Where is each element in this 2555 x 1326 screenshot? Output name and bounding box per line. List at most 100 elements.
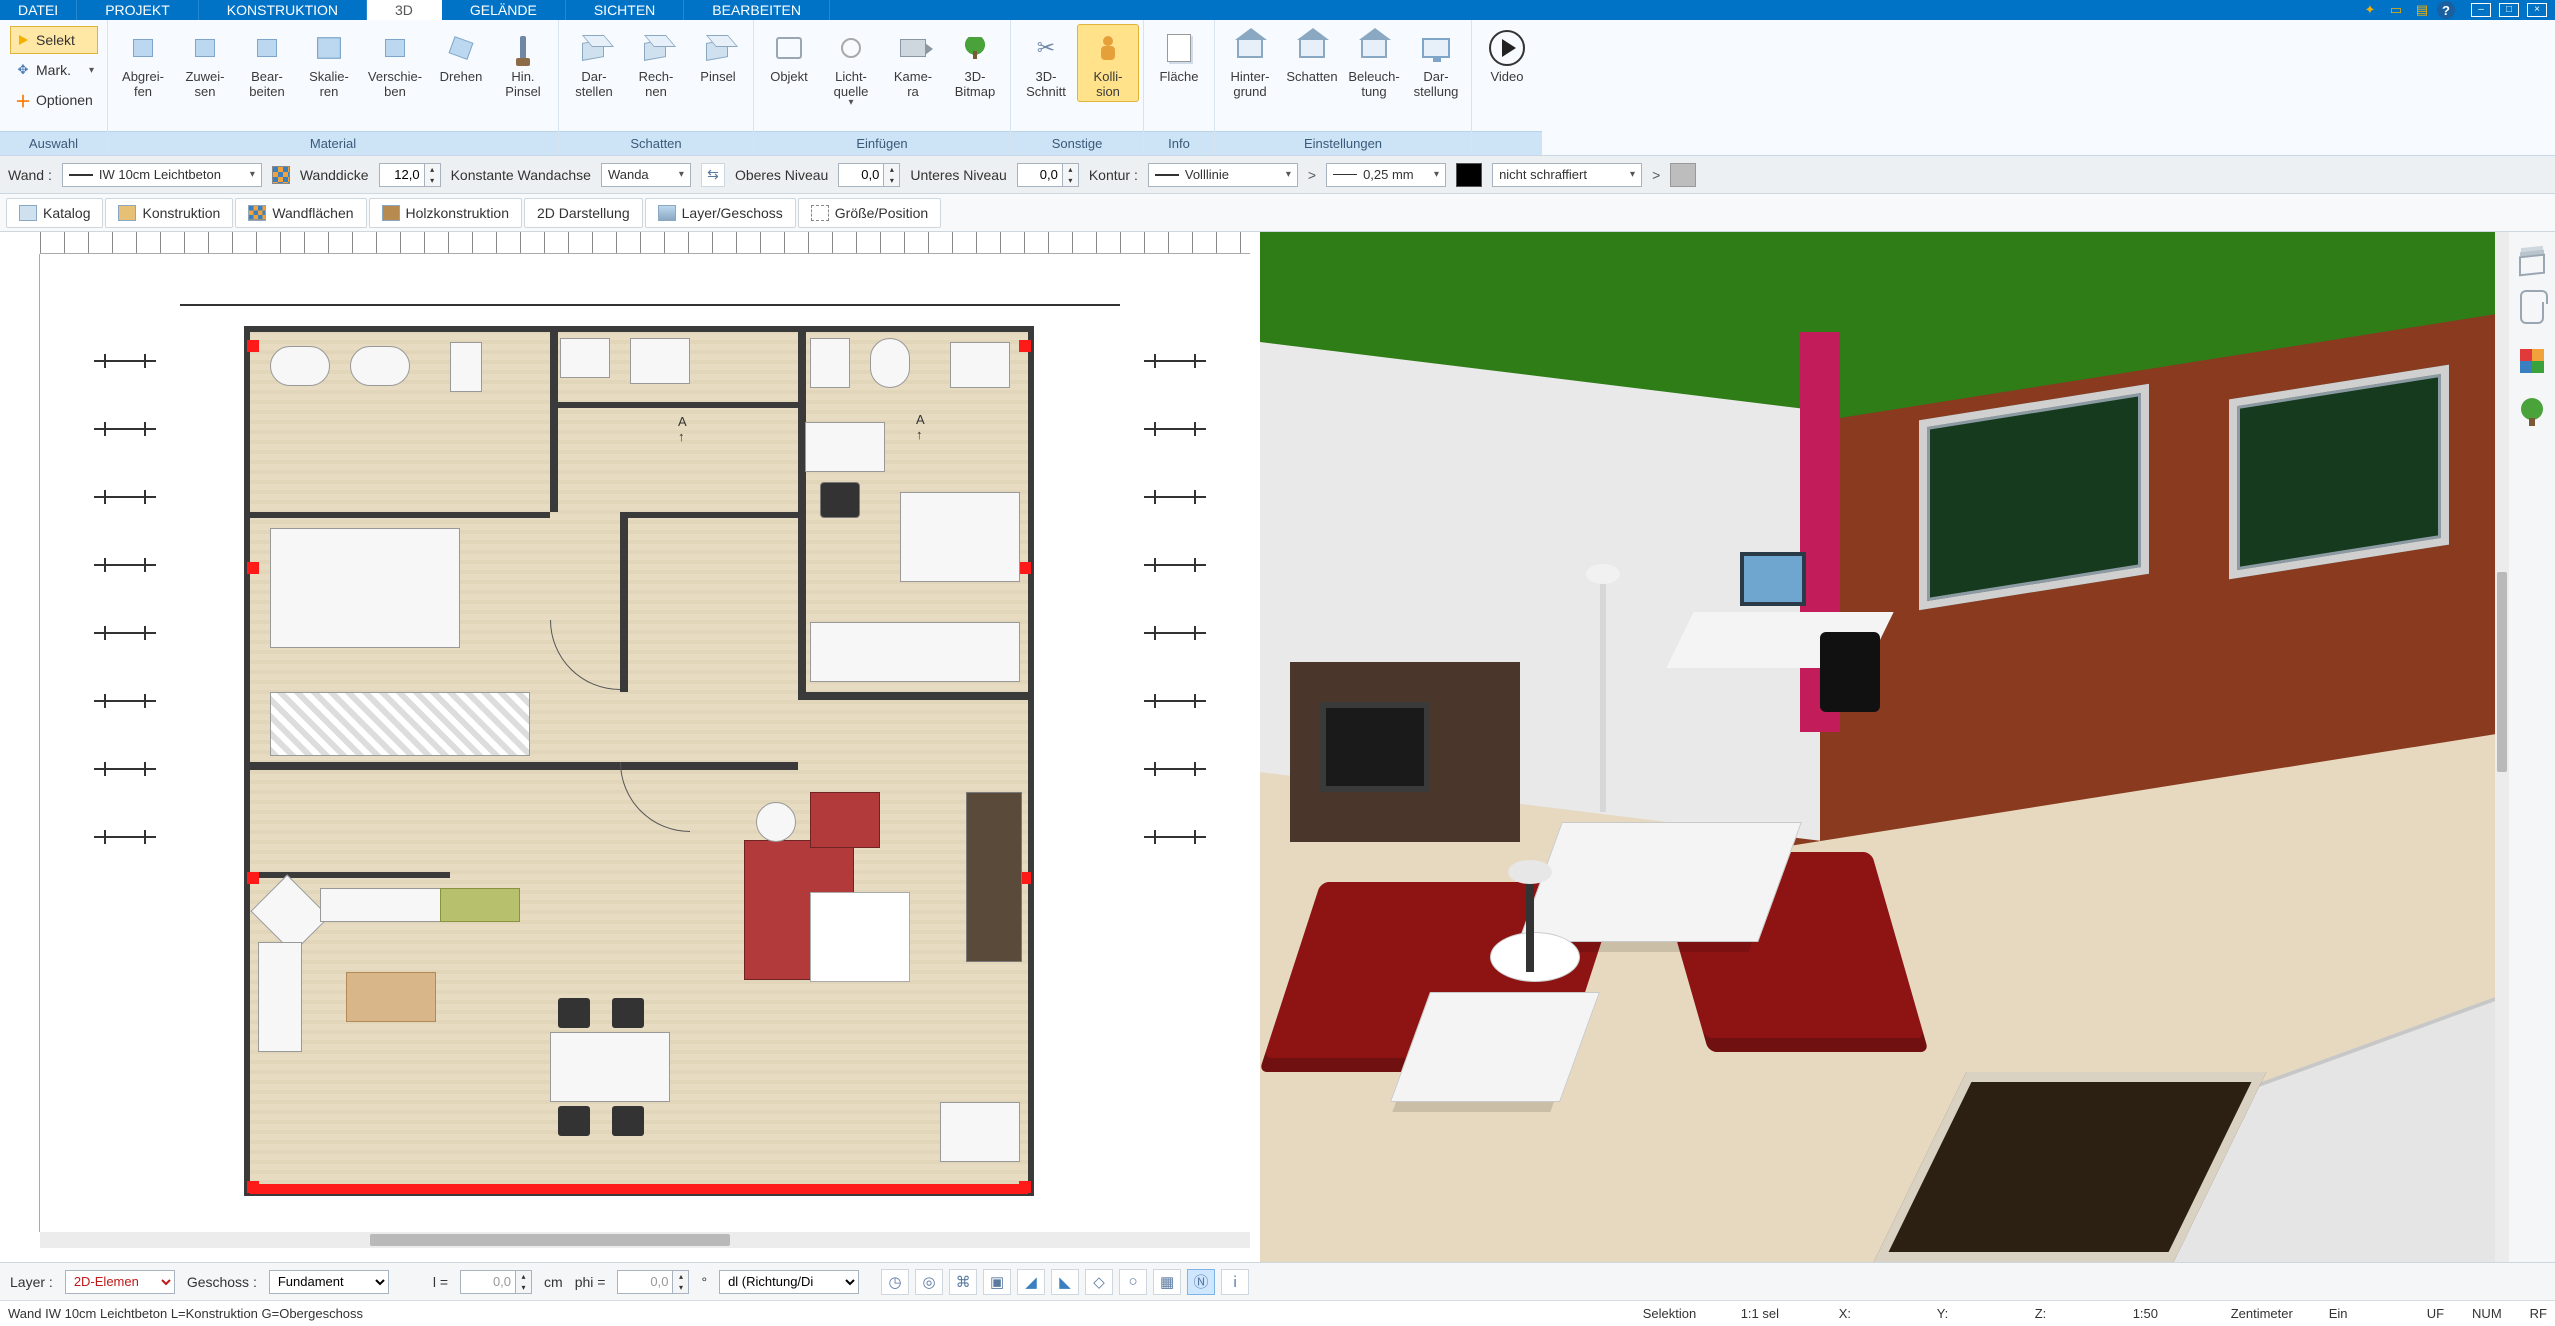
north-icon[interactable]: Ⓝ xyxy=(1187,1269,1215,1295)
bitmap3d-button[interactable]: 3D-Bitmap xyxy=(944,24,1006,102)
phi-field[interactable] xyxy=(617,1270,673,1294)
axis-icon[interactable]: ⇆ xyxy=(701,163,725,187)
kontur-hatch-select[interactable]: nicht schraffiert▾ xyxy=(1492,163,1642,187)
video-button[interactable]: Video xyxy=(1476,24,1538,102)
schatten-set-button[interactable]: Schatten xyxy=(1281,24,1343,102)
snap-icon[interactable]: ◣ xyxy=(1051,1269,1079,1295)
shape-icon[interactable]: ◇ xyxy=(1085,1269,1113,1295)
skalieren-button[interactable]: Skalie-ren xyxy=(298,24,360,102)
zuweisen-button[interactable]: Zuwei-sen xyxy=(174,24,236,102)
desk-object[interactable] xyxy=(805,422,885,472)
optionen-button[interactable]: ＋Optionen xyxy=(10,86,98,114)
selekt-button[interactable]: Selekt xyxy=(10,26,98,54)
pane-splitter[interactable] xyxy=(1250,232,1260,1262)
darstellung-button[interactable]: Dar-stellung xyxy=(1405,24,1467,102)
flaeche-button[interactable]: Fläche xyxy=(1148,24,1210,102)
office-chair-object[interactable] xyxy=(820,482,860,518)
wardrobe-object[interactable] xyxy=(270,692,530,756)
kollision-button[interactable]: Kolli-sion xyxy=(1077,24,1139,102)
kontur-style-select[interactable]: Volllinie▾ xyxy=(1148,163,1298,187)
wall-handle[interactable] xyxy=(1019,1181,1031,1193)
direction-select[interactable]: dl (Richtung/Di xyxy=(719,1270,859,1294)
wall-handle[interactable] xyxy=(247,872,259,884)
mark-button[interactable]: ✥Mark.▾ xyxy=(10,56,98,84)
length-input[interactable]: ▴▾ xyxy=(460,1270,532,1294)
selected-wall[interactable] xyxy=(250,1184,1028,1194)
phi-input[interactable]: ▴▾ xyxy=(617,1270,689,1294)
toilet-object[interactable] xyxy=(450,342,482,392)
tab-groesse[interactable]: Größe/Position xyxy=(798,198,941,228)
appliance-object[interactable] xyxy=(560,338,610,378)
lichtquelle-button[interactable]: Licht-quelle▾ xyxy=(820,24,882,109)
dining-table[interactable] xyxy=(550,1032,670,1102)
floorplan[interactable]: A↑ A↑ xyxy=(244,326,1034,1196)
menu-konstruktion[interactable]: KONSTRUKTION xyxy=(199,0,367,20)
unteres-field[interactable] xyxy=(1017,163,1063,187)
side-furniture-button[interactable] xyxy=(2517,298,2547,328)
help-icon[interactable]: ? xyxy=(2437,1,2455,19)
wardrobe-object[interactable] xyxy=(810,622,1020,682)
grid-icon[interactable]: ▦ xyxy=(1153,1269,1181,1295)
drehen-button[interactable]: Drehen xyxy=(430,24,492,102)
info-toggle-icon[interactable]: ⅰ xyxy=(1221,1269,1249,1295)
sink-object[interactable] xyxy=(270,346,330,386)
wrench-icon[interactable]: ✦ xyxy=(2359,1,2381,19)
fixture-object[interactable] xyxy=(810,338,850,388)
dining-chair[interactable] xyxy=(558,998,590,1028)
menu-3d[interactable]: 3D xyxy=(367,0,442,20)
darstellen-button[interactable]: Dar-stellen xyxy=(563,24,625,102)
plan-canvas[interactable]: A↑ A↑ xyxy=(0,232,1250,1262)
armchair-object[interactable] xyxy=(810,792,880,848)
geschoss-select[interactable]: Fundament xyxy=(269,1270,389,1294)
wall-handle[interactable] xyxy=(1019,562,1031,574)
pane-3d[interactable] xyxy=(1260,232,2510,1262)
kontur-width-select[interactable]: 0,25 mm▾ xyxy=(1326,163,1446,187)
wand-select[interactable]: IW 10cm Leichtbeton▾ xyxy=(62,163,262,187)
tab-2d[interactable]: 2D Darstellung xyxy=(524,198,643,228)
bed-object[interactable] xyxy=(270,528,460,648)
length-field[interactable] xyxy=(460,1270,516,1294)
fixture-object[interactable] xyxy=(870,338,910,388)
target-icon[interactable]: ◎ xyxy=(915,1269,943,1295)
object[interactable] xyxy=(940,1102,1020,1162)
dining-chair[interactable] xyxy=(612,998,644,1028)
kitchen-object[interactable] xyxy=(346,972,436,1022)
side-materials-button[interactable] xyxy=(2517,346,2547,376)
menu-projekt[interactable]: PROJEKT xyxy=(77,0,199,20)
wanddicke-field[interactable] xyxy=(379,163,425,187)
appliance-object[interactable] xyxy=(630,338,690,384)
clock-icon[interactable]: ◷ xyxy=(881,1269,909,1295)
doc-icon[interactable]: ▤ xyxy=(2411,1,2433,19)
abgreifen-button[interactable]: Abgrei-fen xyxy=(112,24,174,102)
tv-unit-object[interactable] xyxy=(966,792,1022,962)
window-icon[interactable]: ▭ xyxy=(2385,1,2407,19)
tab-katalog[interactable]: Katalog xyxy=(6,198,103,228)
beleuchtung-button[interactable]: Beleuch-tung xyxy=(1343,24,1405,102)
schatten-pinsel-button[interactable]: Pinsel xyxy=(687,24,749,102)
group-icon[interactable]: ⌘ xyxy=(949,1269,977,1295)
wall-handle[interactable] xyxy=(247,340,259,352)
side-plants-button[interactable] xyxy=(2517,394,2547,424)
objekt-button[interactable]: Objekt xyxy=(758,24,820,102)
sink-object[interactable] xyxy=(350,346,410,386)
minimize-button[interactable]: – xyxy=(2471,3,2491,17)
layer-select[interactable]: 2D-Elemen xyxy=(65,1270,175,1294)
wall-handle[interactable] xyxy=(1019,340,1031,352)
tab-wandflaechen[interactable]: Wandflächen xyxy=(235,198,366,228)
tab-holz[interactable]: Holzkonstruktion xyxy=(369,198,523,228)
material-swatch-icon[interactable] xyxy=(272,166,290,184)
menu-bearbeiten[interactable]: BEARBEITEN xyxy=(684,0,830,20)
wanddicke-input[interactable]: ▴▾ xyxy=(379,163,441,187)
horizontal-scrollbar[interactable] xyxy=(40,1232,1250,1248)
wall-handle[interactable] xyxy=(247,562,259,574)
oberes-field[interactable] xyxy=(838,163,884,187)
hatch-swatch[interactable] xyxy=(1670,163,1696,187)
kitchen-object[interactable] xyxy=(440,888,520,922)
menu-datei[interactable]: DATEI xyxy=(0,0,77,20)
coffee-table-object[interactable] xyxy=(810,892,910,982)
kamera-button[interactable]: Kame-ra xyxy=(882,24,944,102)
wall-handle[interactable] xyxy=(247,1181,259,1193)
bed-object[interactable] xyxy=(900,492,1020,582)
hintergrund-button[interactable]: Hinter-grund xyxy=(1219,24,1281,102)
tab-konstruktion[interactable]: Konstruktion xyxy=(105,198,233,228)
